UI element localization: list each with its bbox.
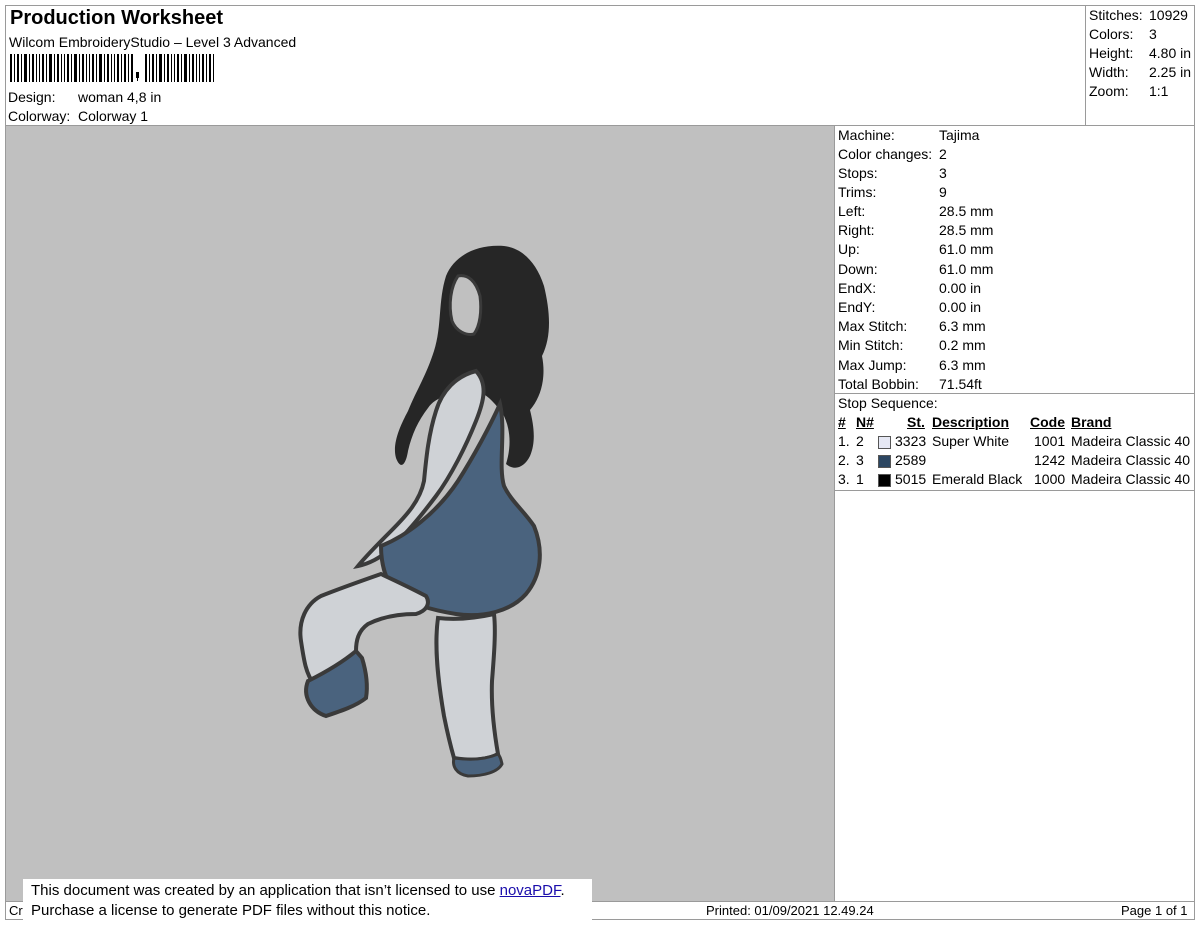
machine-label: Right: (838, 222, 875, 238)
machine-value: 6.3 mm (939, 318, 986, 334)
col-header-num: # (838, 414, 846, 430)
row-num: 3. (838, 471, 850, 487)
machine-label: Max Jump: (838, 357, 907, 373)
row-stitches: 5015 (895, 471, 927, 487)
row-brand: Madeira Classic 40 (1071, 452, 1191, 468)
machine-value: 6.3 mm (939, 357, 986, 373)
col-header-n: N# (856, 414, 874, 430)
summary-label: Zoom: (1089, 83, 1129, 99)
stop-divider-bottom (835, 490, 1195, 491)
row-code: 1242 (1034, 452, 1066, 468)
stop-sequence-table: # N# St. Description Code Brand 1. 2 332… (836, 414, 1194, 490)
row-description: Super White (932, 433, 1010, 449)
stop-divider-top (835, 393, 1195, 394)
machine-value: 61.0 mm (939, 261, 994, 277)
color-swatch (878, 436, 891, 449)
machine-label: Up: (838, 241, 860, 257)
summary-label: Stitches: (1089, 7, 1143, 23)
machine-label: Min Stitch: (838, 337, 904, 353)
figure-standing-leg (434, 611, 501, 762)
machine-value: 9 (939, 184, 947, 200)
row-code: 1000 (1034, 471, 1066, 487)
notice-line-2: Purchase a license to generate PDF files… (31, 902, 431, 919)
design-label: Design: (8, 89, 56, 105)
machine-label: Stops: (838, 165, 878, 181)
panel-divider (834, 125, 835, 901)
colorway-value: Colorway 1 (78, 108, 149, 124)
machine-label: EndX: (838, 280, 877, 296)
machine-label: Total Bobbin: (838, 376, 919, 392)
machine-label: Color changes: (838, 146, 933, 162)
notice-suffix: . (560, 882, 565, 899)
stop-sequence-title: Stop Sequence: (838, 395, 938, 411)
summary-label: Height: (1089, 45, 1134, 61)
software-name: Wilcom EmbroideryStudio – Level 3 Advanc… (9, 34, 297, 50)
machine-value: 0.2 mm (939, 337, 986, 353)
footer-left-fragment: Cr (9, 903, 23, 918)
novapdf-link[interactable]: novaPDF (500, 882, 561, 899)
design-value: woman 4,8 in (78, 89, 162, 105)
machine-value: Tajima (939, 127, 980, 143)
design-preview (6, 126, 834, 901)
summary-value: 1:1 (1149, 83, 1169, 99)
row-num: 2. (838, 452, 850, 468)
row-brand: Madeira Classic 40 (1071, 433, 1191, 449)
figure-face (448, 274, 483, 336)
machine-value: 28.5 mm (939, 222, 994, 238)
machine-value: 71.54ft (939, 376, 982, 392)
stop-table-header: # N# St. Description Code Brand (836, 414, 1194, 433)
row-n: 2 (856, 433, 864, 449)
table-row: 3. 1 5015 Emerald Black 1000 Madeira Cla… (836, 471, 1194, 490)
machine-label: Max Stitch: (838, 318, 908, 334)
machine-label: Down: (838, 261, 878, 277)
barcode (10, 54, 214, 82)
col-header-code: Code (1030, 414, 1065, 430)
machine-label: Trims: (838, 184, 877, 200)
col-header-st: St. (907, 414, 925, 430)
page-title: Production Worksheet (10, 7, 223, 29)
page-number: Page 1 of 1 (1121, 903, 1188, 918)
summary-value: 2.25 in (1149, 64, 1192, 80)
row-n: 1 (856, 471, 864, 487)
row-stitches: 2589 (895, 452, 927, 468)
machine-label: EndY: (838, 299, 876, 315)
table-row: 2. 3 2589 1242 Madeira Classic 40 (836, 452, 1194, 471)
notice-prefix: This document was created by an applicat… (31, 882, 500, 899)
row-num: 1. (838, 433, 850, 449)
row-description: Emerald Black (932, 471, 1023, 487)
summary-divider (1085, 5, 1086, 125)
machine-label: Machine: (838, 127, 895, 143)
table-row: 1. 2 3323 Super White 1001 Madeira Class… (836, 433, 1194, 452)
summary-value: 3 (1149, 26, 1157, 42)
row-n: 3 (856, 452, 864, 468)
machine-label: Left: (838, 203, 866, 219)
color-swatch (878, 474, 891, 487)
color-swatch (878, 455, 891, 468)
summary-value: 10929 (1149, 7, 1188, 23)
colorway-label: Colorway: (8, 108, 71, 124)
machine-value: 2 (939, 146, 947, 162)
machine-value: 3 (939, 165, 947, 181)
col-header-description: Description (932, 414, 1010, 430)
embroidery-figure (298, 245, 549, 778)
col-header-brand: Brand (1071, 414, 1112, 430)
row-stitches: 3323 (895, 433, 927, 449)
license-notice: This document was created by an applicat… (23, 879, 592, 924)
machine-value: 28.5 mm (939, 203, 994, 219)
summary-label: Colors: (1089, 26, 1134, 42)
notice-line-1: This document was created by an applicat… (31, 881, 592, 901)
summary-label: Width: (1089, 64, 1129, 80)
printed-timestamp: Printed: 01/09/2021 12.49.24 (706, 903, 874, 918)
row-brand: Madeira Classic 40 (1071, 471, 1191, 487)
row-code: 1001 (1034, 433, 1066, 449)
machine-value: 0.00 in (939, 299, 982, 315)
machine-value: 0.00 in (939, 280, 982, 296)
machine-value: 61.0 mm (939, 241, 994, 257)
summary-value: 4.80 in (1149, 45, 1192, 61)
